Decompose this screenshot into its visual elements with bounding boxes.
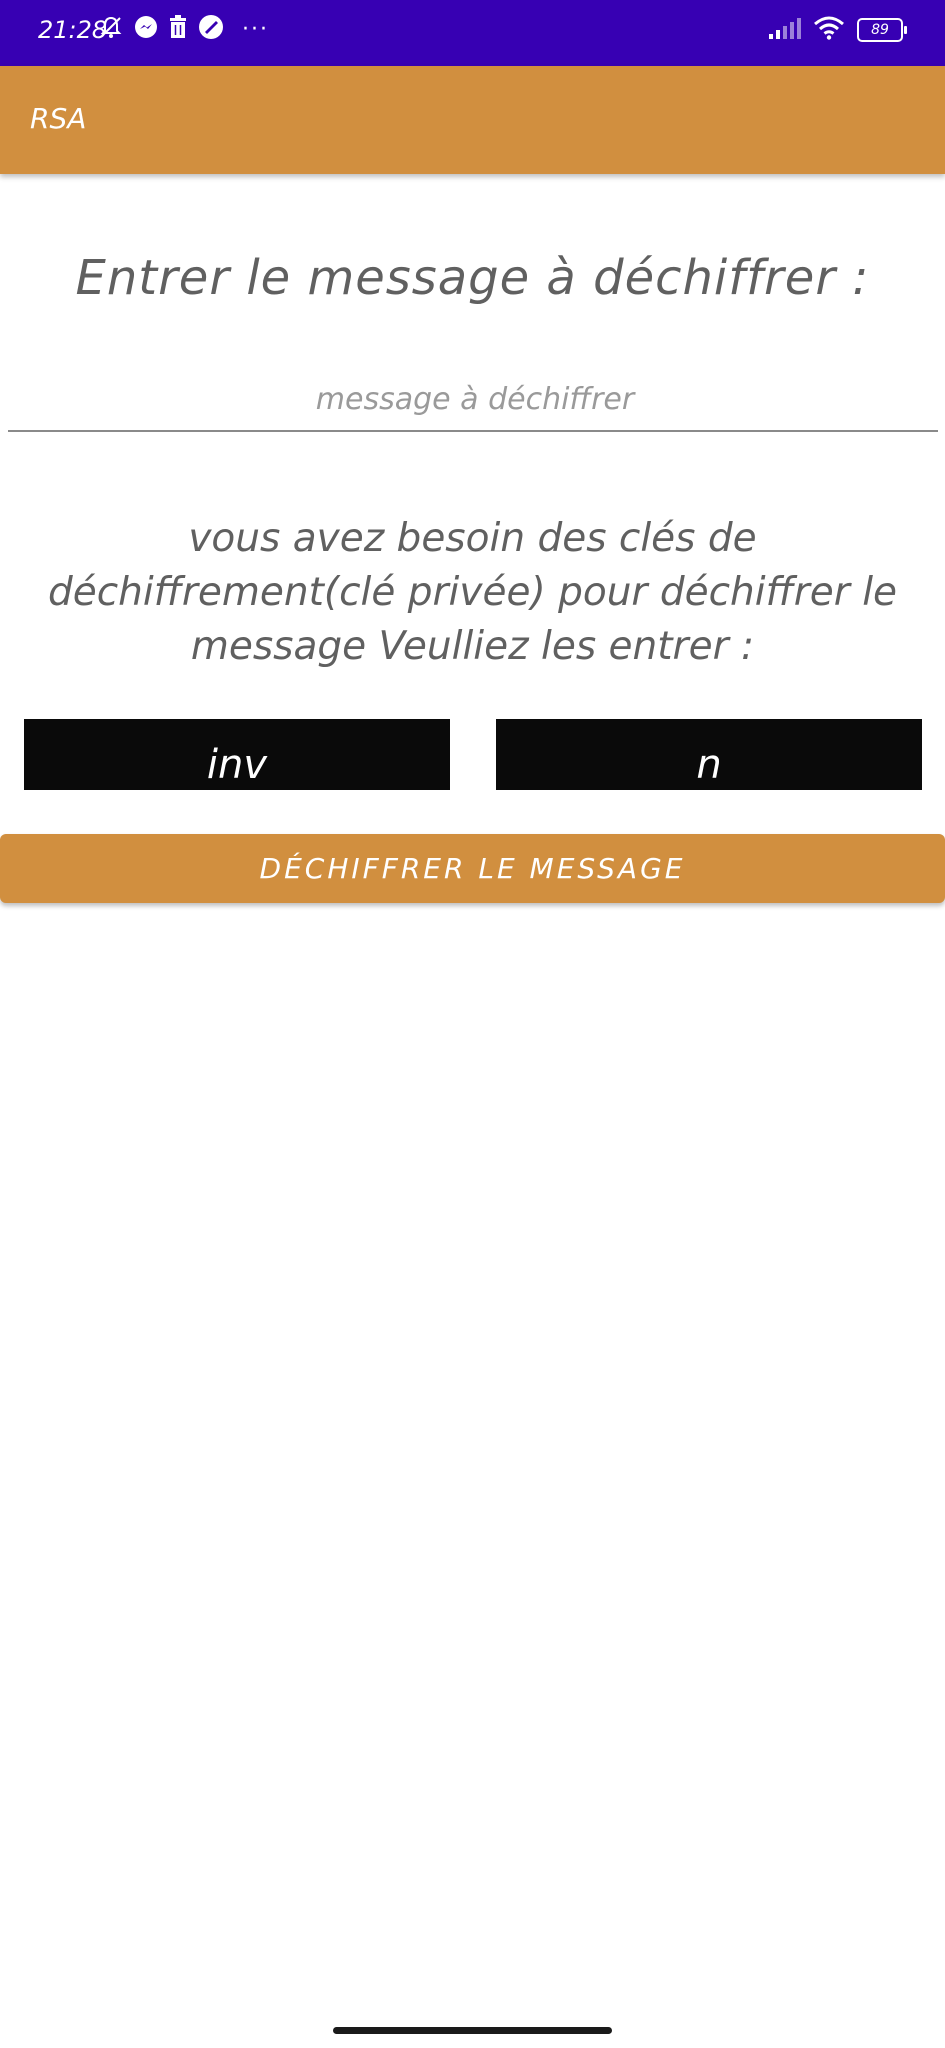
instructions-text: vous avez besoin des clés de déchiffreme…	[47, 516, 898, 669]
app-bar: RSA	[0, 66, 945, 174]
screen: 21:28 ··· 89 RSA Entrer le message à déc…	[0, 0, 945, 2048]
message-input-container	[8, 370, 942, 432]
trash-icon	[168, 15, 188, 43]
battery-icon: 89	[857, 18, 907, 42]
page-title: Entrer le message à déchiffrer :	[75, 250, 870, 306]
key-n-input[interactable]	[496, 719, 922, 790]
key-n-field-container	[496, 719, 922, 790]
more-dots-icon: ···	[242, 16, 269, 42]
status-time: 21:28	[38, 16, 108, 44]
app-icon	[198, 14, 224, 44]
key-inv-field-container	[24, 719, 450, 790]
notification-icons: ···	[98, 14, 269, 44]
messenger-icon	[134, 15, 158, 43]
signal-icon	[769, 17, 801, 43]
mute-bell-icon	[98, 14, 124, 44]
status-bar: 21:28 ··· 89	[0, 0, 945, 66]
key-inv-input[interactable]	[24, 719, 450, 790]
home-indicator[interactable]	[333, 2027, 612, 2034]
message-input[interactable]	[8, 370, 942, 428]
wifi-icon	[813, 16, 845, 44]
system-icons: 89	[769, 16, 907, 44]
decrypt-message-button[interactable]: DÉCHIFFRER LE MESSAGE	[0, 834, 945, 903]
app-title: RSA	[30, 102, 87, 135]
